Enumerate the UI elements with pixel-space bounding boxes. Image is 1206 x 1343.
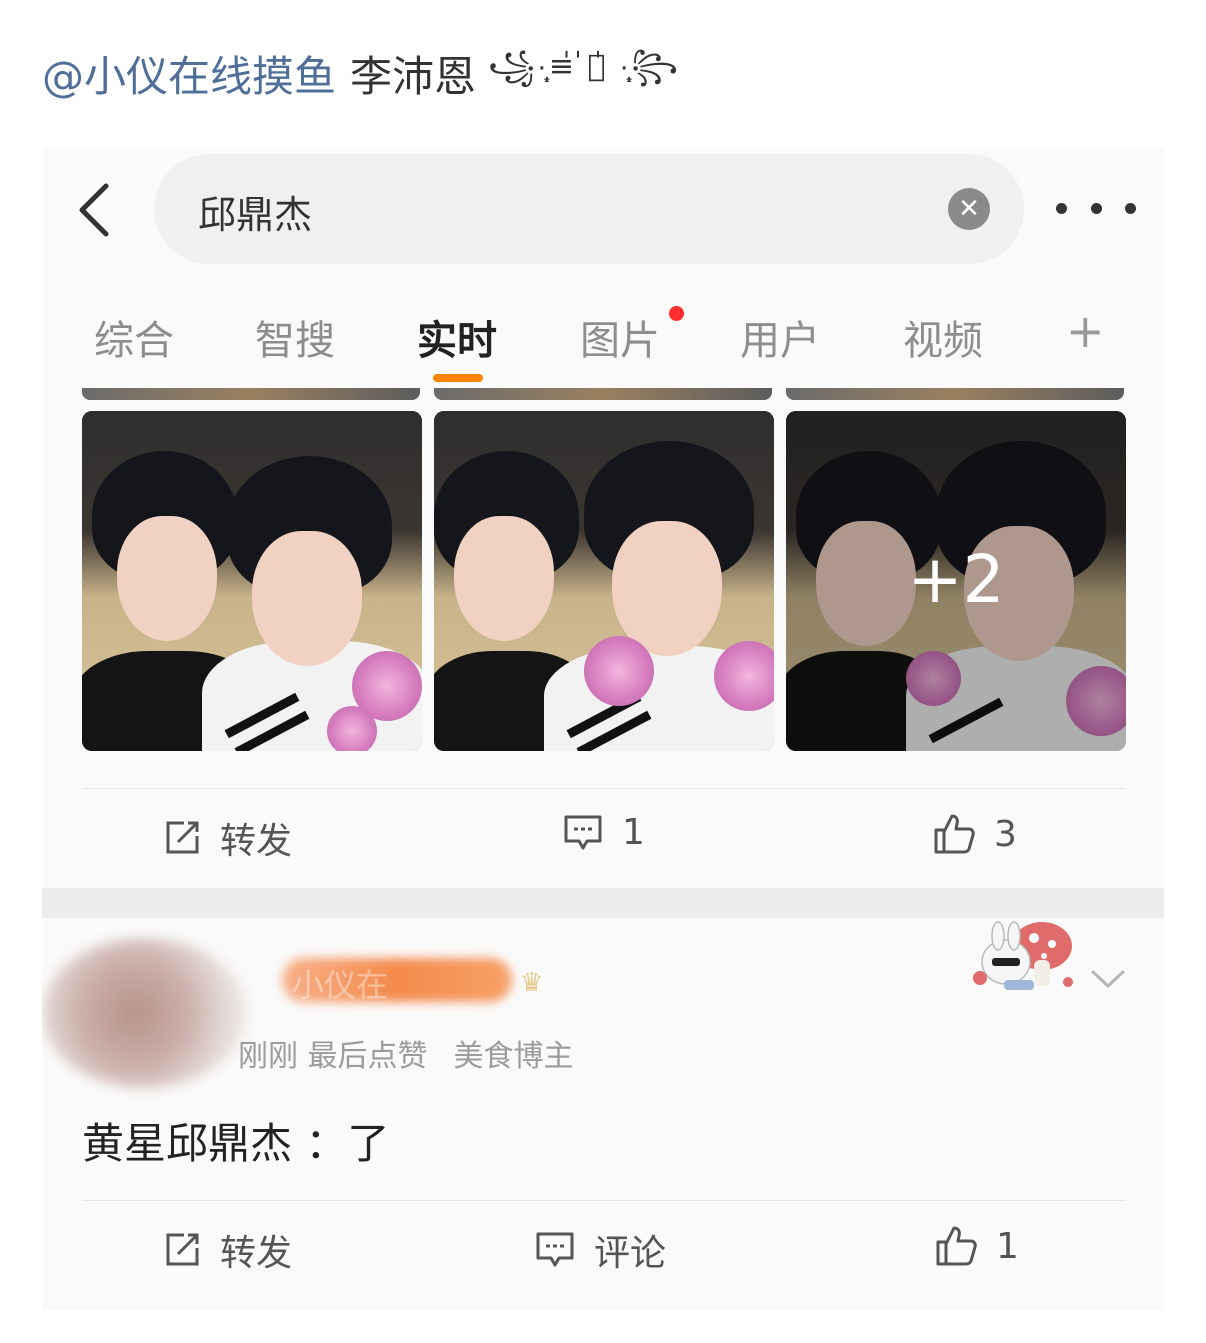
thumbs-up-icon [934,814,975,854]
comment-icon [564,815,602,849]
post-meta: 刚刚 最后点赞 美食博主 [238,1031,574,1075]
mushroom-sticker-icon [973,921,1073,990]
comment-button[interactable]: 1 [562,812,645,853]
post-action-bar: 转发 1 3 [42,790,1164,886]
tab-users[interactable]: 用户 [740,308,820,366]
add-tab-button[interactable]: + [1066,304,1105,358]
post-time: 刚刚 最后点赞 [238,1039,428,1074]
app-screenshot: 邱鼎杰 ✕ 综合 智搜 实时 图片 用户 视频 + +2 转发 1 3 小仪在 … [42,148,1164,1310]
like-count: 3 [994,813,1017,855]
comment-count: 1 [622,812,645,853]
post-image-2[interactable] [434,411,774,751]
image-peek [434,388,772,400]
avatar[interactable] [42,938,247,1088]
search-header: 邱鼎杰 ✕ [42,148,1164,278]
post-caption: @小仪在线摸鱼 李沛恩 ꧁·̩͙≡̍ ̍了̍ ·̩͙꧂ [42,38,680,108]
repost-label: 转发 [220,821,293,862]
search-query: 邱鼎杰 [198,193,313,237]
post-text: 黄星邱鼎杰 ：了 [82,1119,390,1168]
user-tag: 美食博主 [453,1039,574,1074]
back-button[interactable] [70,180,118,240]
like-button[interactable]: 3 [932,812,1017,856]
post-image-1[interactable] [82,411,422,751]
image-peek [82,388,420,400]
chevron-left-icon [79,183,109,237]
tab-images[interactable]: 图片 [580,308,660,366]
caption-text: 李沛恩 [350,51,477,101]
share-icon [166,1233,199,1266]
post-image-3[interactable]: +2 [786,411,1126,751]
caption-decoration: ꧁·̩͙≡̍ ̍了̍ ·̩͙꧂ [488,48,680,84]
divider [82,788,1126,789]
search-tabs: 综合 智搜 实时 图片 用户 视频 + [42,298,1164,388]
search-input[interactable]: 邱鼎杰 ✕ [154,154,1024,264]
repost-button[interactable]: 转发 [162,1224,292,1276]
tab-smart-search[interactable]: 智搜 [255,308,335,366]
comment-icon [536,1232,574,1267]
thumbs-up-icon [936,1226,977,1266]
like-button[interactable]: 1 [934,1224,1019,1268]
post-separator [42,888,1164,918]
active-tab-indicator [433,374,483,382]
repost-button[interactable]: 转发 [162,812,292,864]
share-icon [166,821,199,854]
post-action-bar: 转发 评论 1 [42,1202,1164,1298]
image-peek [786,388,1124,400]
notification-dot [669,306,684,321]
mention-link[interactable]: @小仪在线摸鱼 [42,43,336,104]
tab-realtime[interactable]: 实时 [417,308,497,366]
like-count: 1 [996,1225,1019,1267]
repost-label: 转发 [220,1233,293,1274]
crown-icon: ♛ [520,968,544,998]
tab-comprehensive[interactable]: 综合 [94,308,174,366]
close-circle-icon[interactable]: ✕ [948,188,990,230]
comment-button[interactable]: 评论 [534,1224,666,1276]
comment-label: 评论 [594,1233,667,1274]
tab-videos[interactable]: 视频 [903,308,983,366]
more-horizontal-icon[interactable] [1056,188,1136,228]
chevron-down-icon[interactable] [1090,968,1126,990]
username[interactable]: 小仪在 [292,960,388,1006]
more-images-count: +2 [907,541,1005,618]
divider [82,1200,1126,1201]
